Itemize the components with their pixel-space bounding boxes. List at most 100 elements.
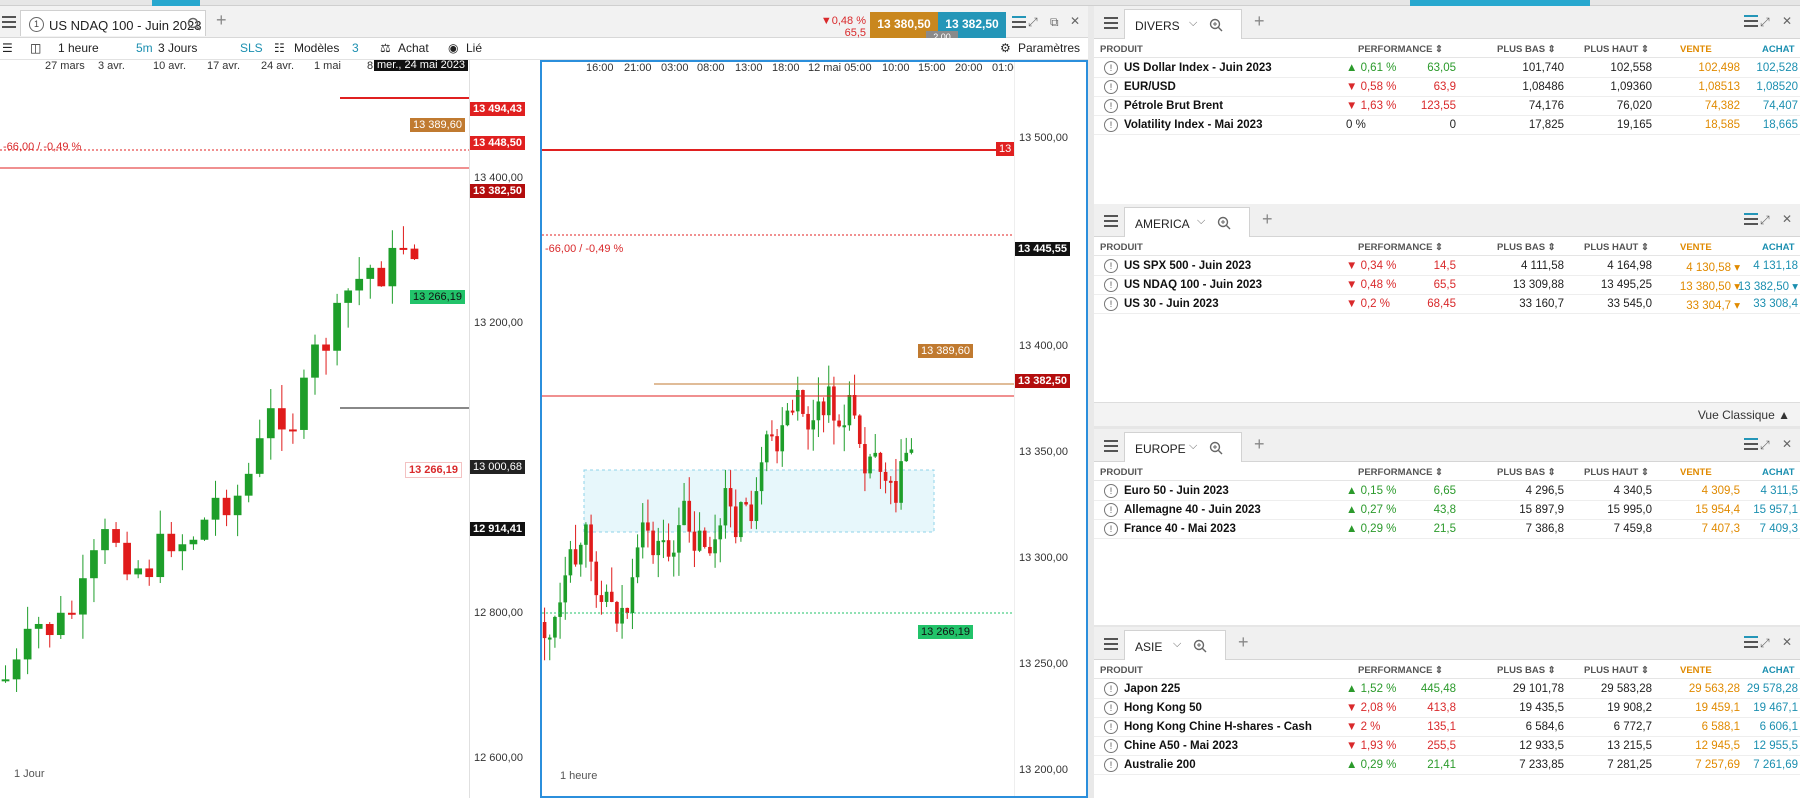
column-header[interactable]: PERFORMANCE ⇕ — [1358, 665, 1443, 676]
menu-icon[interactable] — [2, 16, 16, 28]
buy-value[interactable]: 7 409,3 — [1714, 523, 1798, 535]
expand-icon[interactable]: ⤢ — [1028, 15, 1038, 30]
hourly-chart[interactable]: 16:00 21:00 03:00 08:00 13:00 18:00 12 m… — [540, 60, 1088, 798]
table-row[interactable]: ! Japon 225 ▲ 1,52 % 445,48 29 101,78 29 583,… — [1094, 680, 1800, 699]
info-icon[interactable]: ! — [1104, 297, 1118, 311]
close-icon[interactable]: ✕ — [1782, 212, 1792, 226]
search-icon[interactable] — [187, 17, 201, 31]
info-icon[interactable]: ! — [1104, 278, 1118, 292]
table-row[interactable]: ! Allemagne 40 - Juin 2023 ▲ 0,27 % 43,8 15 … — [1094, 501, 1800, 520]
buy-value[interactable]: 29 578,28 — [1714, 683, 1798, 695]
info-icon[interactable]: ! — [1104, 701, 1118, 715]
close-icon[interactable]: ✕ — [1782, 437, 1792, 451]
tab-europe[interactable]: EUROPE ⌵ — [1124, 432, 1242, 462]
layout-icon[interactable]: ◫ — [30, 41, 41, 55]
column-header[interactable]: PLUS BAS ⇕ — [1497, 665, 1556, 676]
table-row[interactable]: ! Euro 50 - Juin 2023 ▲ 0,15 % 6,65 4 296,5 4… — [1094, 482, 1800, 501]
close-icon[interactable]: ✕ — [1070, 14, 1080, 28]
buy-value[interactable]: 33 308,4 — [1714, 298, 1798, 310]
buy-tool-button[interactable]: Achat — [398, 41, 429, 55]
table-row[interactable]: ! US SPX 500 - Juin 2023 ▼ 0,34 % 14,5 4 111… — [1094, 257, 1800, 276]
popout-icon[interactable]: ⧉ — [1050, 15, 1059, 30]
expand-icon[interactable]: ⤢ — [1760, 438, 1770, 453]
info-icon[interactable]: ! — [1104, 720, 1118, 734]
panel-menu-icon[interactable] — [1744, 636, 1758, 648]
buy-value[interactable]: 13 382,50 ▾ — [1714, 279, 1798, 293]
table-row[interactable]: ! US Dollar Index - Juin 2023 ▲ 0,61 % 63,0… — [1094, 59, 1800, 78]
info-icon[interactable]: ! — [1104, 61, 1118, 75]
linked-button[interactable]: Lié — [466, 41, 482, 55]
expand-icon[interactable]: ⤢ — [1760, 636, 1770, 651]
column-header[interactable]: PLUS BAS ⇕ — [1497, 44, 1556, 55]
buy-value[interactable]: 19 467,1 — [1714, 702, 1798, 714]
info-icon[interactable]: ! — [1104, 522, 1118, 536]
buy-value[interactable]: 7 261,69 — [1714, 759, 1798, 771]
info-icon[interactable]: ! — [1104, 99, 1118, 113]
buy-value[interactable]: 102,528 — [1714, 62, 1798, 74]
tab-divers[interactable]: DIVERS ⌵ — [1124, 9, 1242, 39]
buy-value[interactable]: 4 311,5 — [1714, 485, 1798, 497]
panel-menu-icon[interactable] — [1744, 213, 1758, 225]
models-icon[interactable]: ☷ — [274, 41, 285, 55]
table-row[interactable]: ! EUR/USD ▼ 0,58 % 63,9 1,08486 1,09360 1,0851… — [1094, 78, 1800, 97]
column-header[interactable]: ACHAT — [1762, 44, 1795, 55]
tab-us-ndaq[interactable]: 1 US NDAQ 100 - Juin 2023 — [20, 10, 206, 36]
menu-icon[interactable] — [1104, 17, 1118, 29]
zoom-icon[interactable] — [1209, 441, 1223, 455]
column-header[interactable]: ACHAT — [1762, 242, 1795, 253]
column-header[interactable]: PRODUIT — [1100, 467, 1143, 478]
info-icon[interactable]: ! — [1104, 682, 1118, 696]
column-header[interactable]: PERFORMANCE ⇕ — [1358, 44, 1443, 55]
interval-select[interactable]: 1 heure — [58, 41, 99, 55]
column-header[interactable]: PERFORMANCE ⇕ — [1358, 467, 1443, 478]
tab-asie[interactable]: ASIE ⌵ — [1124, 630, 1226, 660]
add-tab-button[interactable]: + — [1262, 209, 1273, 230]
buy-value[interactable]: 4 131,18 — [1714, 260, 1798, 272]
expand-icon[interactable]: ⤢ — [1760, 15, 1770, 30]
column-header[interactable]: PRODUIT — [1100, 665, 1143, 676]
column-header[interactable]: PLUS HAUT ⇕ — [1584, 467, 1649, 478]
add-tab-button[interactable]: + — [1238, 632, 1249, 653]
table-row[interactable]: ! Pétrole Brut Brent ▼ 1,63 % 123,55 74,176 7… — [1094, 97, 1800, 116]
chevron-down-icon[interactable]: ⌵ — [1197, 215, 1205, 228]
link-icon[interactable]: ◉ — [448, 41, 458, 55]
info-icon[interactable]: ! — [1104, 80, 1118, 94]
column-header[interactable]: PLUS HAUT ⇕ — [1584, 242, 1649, 253]
panel-menu-icon[interactable] — [1012, 16, 1026, 28]
add-tab-button[interactable]: + — [216, 10, 227, 31]
models-button[interactable]: Modèles — [294, 41, 339, 55]
daily-chart[interactable]: 27 mars 3 avr. 10 avr. 17 avr. 24 avr. 1… — [0, 60, 470, 798]
column-header[interactable]: PLUS BAS ⇕ — [1497, 467, 1556, 478]
add-tab-button[interactable]: + — [1254, 434, 1265, 455]
view-toggle[interactable]: Vue Classique ▲ — [1698, 408, 1790, 422]
close-icon[interactable]: ✕ — [1782, 14, 1792, 28]
zoom-icon[interactable] — [1209, 18, 1223, 32]
info-icon[interactable]: ! — [1104, 758, 1118, 772]
buy-tool-icon[interactable]: ⚖ — [380, 41, 391, 55]
table-row[interactable]: ! France 40 - Mai 2023 ▲ 0,29 % 21,5 7 386,8… — [1094, 520, 1800, 539]
menu-icon[interactable] — [1104, 638, 1118, 650]
table-row[interactable]: ! Australie 200 ▲ 0,29 % 21,41 7 233,85 7 281… — [1094, 756, 1800, 775]
list-icon[interactable]: ☰ — [2, 41, 13, 55]
menu-icon[interactable] — [1104, 440, 1118, 452]
table-row[interactable]: ! Hong Kong Chine H-shares - Cash ▼ 2 % 135… — [1094, 718, 1800, 737]
info-icon[interactable]: ! — [1104, 118, 1118, 132]
menu-icon[interactable] — [1104, 215, 1118, 227]
column-header[interactable]: PLUS HAUT ⇕ — [1584, 665, 1649, 676]
five-min-button[interactable]: 5m — [136, 41, 153, 55]
buy-value[interactable]: 6 606,1 — [1714, 721, 1798, 733]
chevron-down-icon[interactable]: ⌵ — [1189, 17, 1197, 30]
buy-value[interactable]: 74,407 — [1714, 100, 1798, 112]
buy-value[interactable]: 1,08520 — [1714, 81, 1798, 93]
column-header[interactable]: ACHAT — [1762, 665, 1795, 676]
column-header[interactable]: PRODUIT — [1100, 44, 1143, 55]
info-icon[interactable]: ! — [1104, 259, 1118, 273]
column-header[interactable]: PERFORMANCE ⇕ — [1358, 242, 1443, 253]
buy-value[interactable]: 18,665 — [1714, 119, 1798, 131]
zoom-icon[interactable] — [1217, 216, 1231, 230]
column-header[interactable]: VENTE — [1680, 467, 1712, 478]
info-icon[interactable]: ! — [1104, 484, 1118, 498]
column-header[interactable]: VENTE — [1680, 242, 1712, 253]
info-icon[interactable]: ! — [1104, 503, 1118, 517]
table-row[interactable]: ! US NDAQ 100 - Juin 2023 ▼ 0,48 % 65,5 13 3… — [1094, 276, 1800, 295]
